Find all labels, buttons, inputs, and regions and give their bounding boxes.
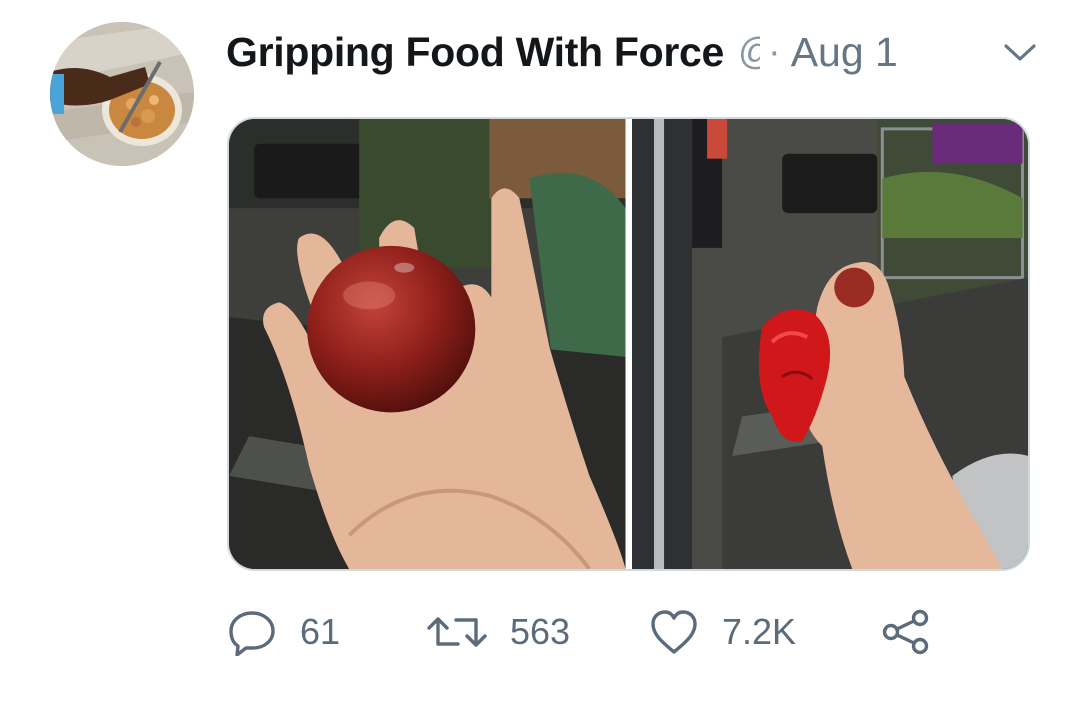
reply-icon <box>229 611 275 656</box>
heart-icon <box>651 610 697 654</box>
media-grid <box>227 117 1030 571</box>
like-button[interactable]: 7.2K <box>648 608 880 656</box>
retweet-icon <box>427 617 487 647</box>
tweet-actions: 61 563 7.2K <box>226 600 946 664</box>
retweet-button[interactable]: 563 <box>426 610 648 654</box>
like-count: 7.2K <box>722 611 797 652</box>
retweet-count: 563 <box>510 611 571 652</box>
reply-count: 61 <box>300 611 341 652</box>
photo-whole-fruit[interactable] <box>229 119 626 569</box>
author-name[interactable]: Gripping Food With Force <box>226 29 724 76</box>
share-button[interactable] <box>880 608 932 656</box>
avatar[interactable] <box>50 22 194 166</box>
tweet-header: Gripping Food With Force @ · Aug 1 <box>226 24 1040 80</box>
chevron-down-icon[interactable] <box>1000 38 1040 68</box>
share-icon <box>882 609 929 655</box>
author-handle[interactable]: @ <box>738 31 760 74</box>
separator-dot: · <box>768 30 781 73</box>
reply-button[interactable]: 61 <box>226 608 426 656</box>
photo-crushed-fruit[interactable] <box>631 119 1028 569</box>
tweet-date[interactable]: Aug 1 <box>791 29 898 76</box>
